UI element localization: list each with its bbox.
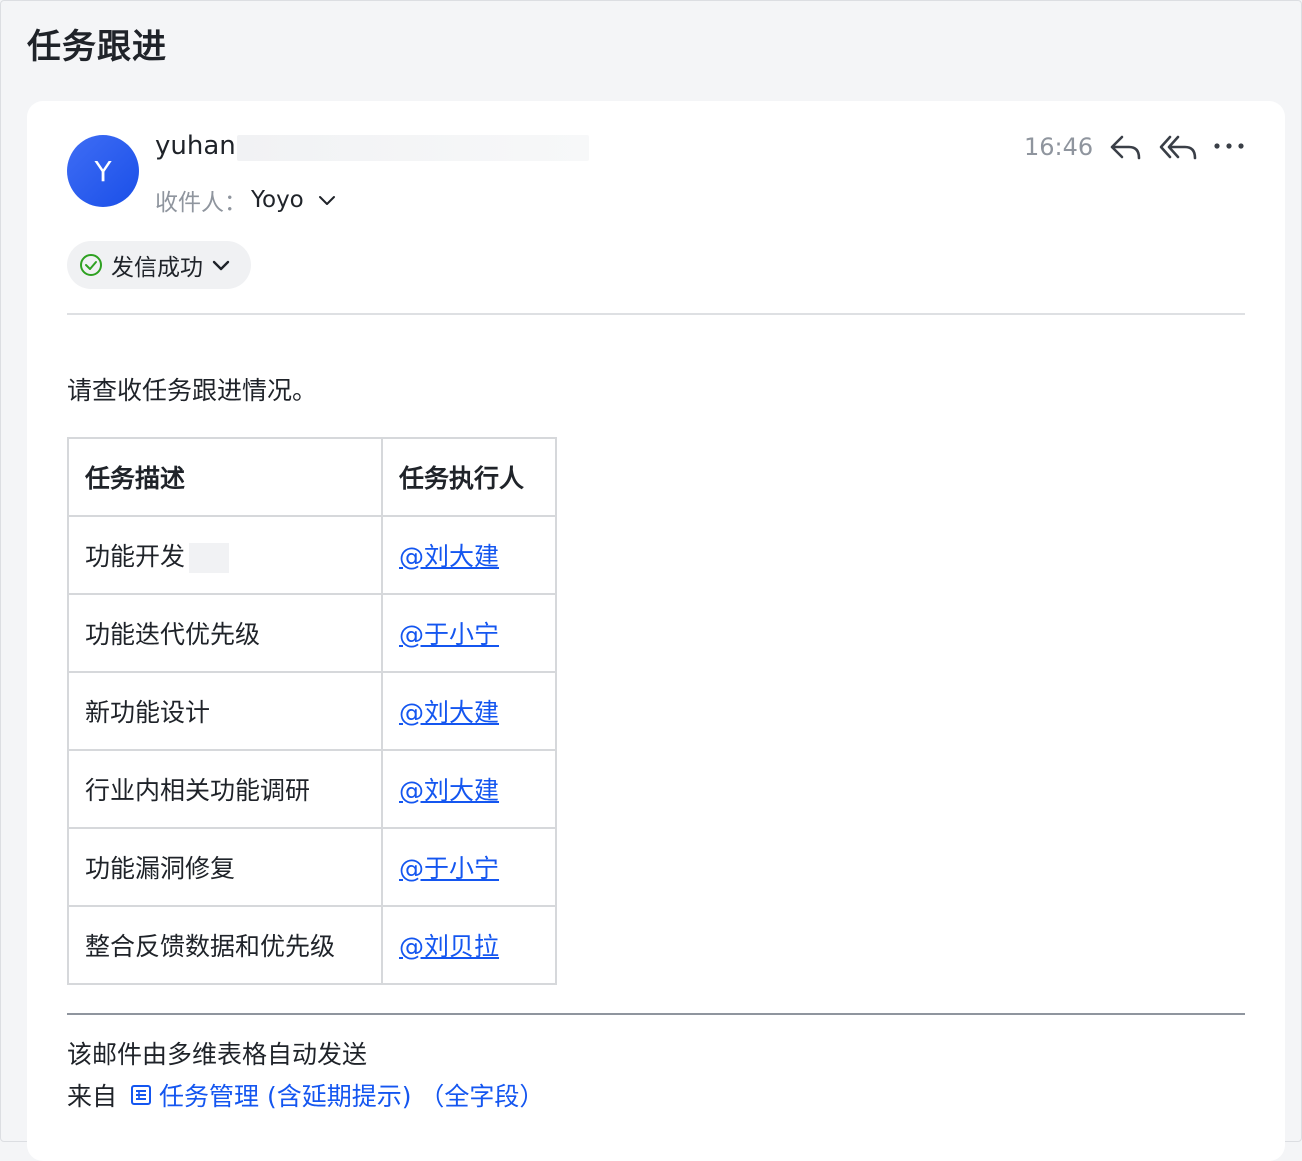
task-desc: 功能漏洞修复 xyxy=(67,827,383,907)
task-owner: @于小宁 xyxy=(381,593,557,673)
source-table-name: 任务管理 (含延期提示) （全字段） xyxy=(159,1082,545,1111)
table-row: 功能开发 @刘大建 xyxy=(67,515,557,595)
header-divider xyxy=(67,313,1245,315)
chevron-down-icon xyxy=(211,258,231,272)
footer-divider xyxy=(67,1013,1245,1015)
avatar[interactable]: Y xyxy=(67,135,139,207)
table-header-row: 任务描述 任务执行人 xyxy=(67,437,557,517)
intro-text: 请查收任务跟进情况。 xyxy=(67,376,318,405)
send-status-text: 发信成功 xyxy=(111,255,203,281)
check-circle-icon xyxy=(79,253,103,277)
source-table-link[interactable]: 任务管理 (含延期提示) （全字段） xyxy=(129,1077,544,1113)
table-row: 功能迭代优先级 @于小宁 xyxy=(67,593,557,673)
recipient-row[interactable]: 收件人： Yoyo xyxy=(155,183,336,217)
table-row: 整合反馈数据和优先级 @刘贝拉 xyxy=(67,905,557,985)
column-header-desc: 任务描述 xyxy=(67,437,383,517)
redacted-chip xyxy=(189,543,230,573)
sender-address-redacted xyxy=(237,135,589,161)
task-desc: 行业内相关功能调研 xyxy=(67,749,383,829)
task-desc: 整合反馈数据和优先级 xyxy=(67,905,383,985)
table-icon xyxy=(129,1083,153,1107)
table-row: 新功能设计 @刘大建 xyxy=(67,671,557,751)
owner-mention-link[interactable]: @刘大建 xyxy=(399,776,499,805)
task-table: 任务描述 任务执行人 功能开发 @刘大建 功能迭代优先级 @于小宁 新功能设计 … xyxy=(67,437,557,985)
task-desc-text: 功能开发 xyxy=(85,542,186,571)
sender-name[interactable]: yuhan xyxy=(155,131,236,161)
owner-mention-link[interactable]: @刘贝拉 xyxy=(399,932,499,961)
table-row: 功能漏洞修复 @于小宁 xyxy=(67,827,557,907)
task-desc: 功能迭代优先级 xyxy=(67,593,383,673)
footer-from-label: 来自 xyxy=(67,1082,118,1111)
reply-all-icon[interactable] xyxy=(1159,131,1199,165)
task-owner: @于小宁 xyxy=(381,827,557,907)
owner-mention-link[interactable]: @于小宁 xyxy=(399,620,499,649)
owner-mention-link[interactable]: @刘大建 xyxy=(399,542,499,571)
owner-mention-link[interactable]: @刘大建 xyxy=(399,698,499,727)
recipient-label: 收件人： xyxy=(155,190,247,216)
send-status-pill[interactable]: 发信成功 xyxy=(67,241,251,289)
column-header-owner: 任务执行人 xyxy=(381,437,557,517)
footer-source-row: 来自 任务管理 (含延期提示) （全字段） xyxy=(67,1077,544,1113)
reply-icon[interactable] xyxy=(1109,131,1143,165)
email-card: Y yuhan 收件人： Yoyo 16:46 发信成功 请查收任务跟进情况。 … xyxy=(27,101,1285,1161)
task-owner: @刘大建 xyxy=(381,671,557,751)
task-owner: @刘贝拉 xyxy=(381,905,557,985)
sent-time: 16:46 xyxy=(1024,133,1094,161)
task-owner: @刘大建 xyxy=(381,515,557,595)
footer-note: 该邮件由多维表格自动发送 xyxy=(67,1040,368,1069)
more-icon[interactable] xyxy=(1213,141,1245,151)
page-title: 任务跟进 xyxy=(27,27,167,67)
table-row: 行业内相关功能调研 @刘大建 xyxy=(67,749,557,829)
chevron-down-icon[interactable] xyxy=(318,194,336,206)
task-desc: 新功能设计 xyxy=(67,671,383,751)
task-owner: @刘大建 xyxy=(381,749,557,829)
owner-mention-link[interactable]: @于小宁 xyxy=(399,854,499,883)
window-frame: 任务跟进 Y yuhan 收件人： Yoyo 16:46 发信成功 请查收任务跟… xyxy=(0,0,1302,1161)
task-desc: 功能开发 xyxy=(67,515,383,595)
recipient-name: Yoyo xyxy=(251,187,304,213)
